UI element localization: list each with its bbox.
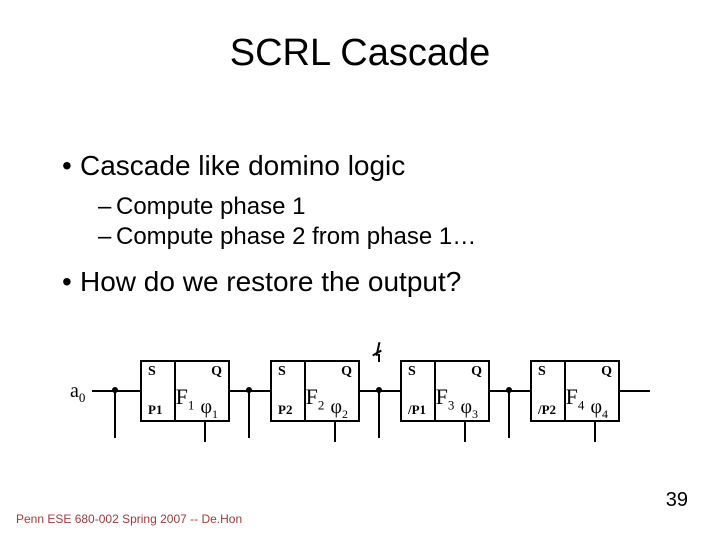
port-q: Q <box>341 364 352 380</box>
bullet-1-sub-2: –Compute phase 2 from phase 1… <box>98 222 662 252</box>
stage-phi: φ4 <box>590 396 608 422</box>
stage-box-2: S Q F2 P2 φ2 <box>270 360 360 422</box>
stage-phi: φ2 <box>330 396 348 422</box>
slide-title: SCRL Cascade <box>0 32 720 75</box>
wire-stub <box>114 390 116 438</box>
stage-box-1: S Q F1 P1 φ1 <box>140 360 230 422</box>
stage-p: P1 <box>148 402 162 418</box>
bullet-2-text: How do we restore the output? <box>80 266 461 297</box>
stage-box-3: S Q F3 /P1 φ3 <box>400 360 490 422</box>
port-q: Q <box>601 364 612 380</box>
port-s: S <box>148 364 156 380</box>
bullet-list: •Cascade like domino logic –Compute phas… <box>62 150 662 308</box>
stage-phi: φ3 <box>460 396 478 422</box>
cascade-diagram: a0 S Q F1 P1 φ1 S Q <box>70 340 650 460</box>
wire-stub <box>508 390 510 438</box>
stage-p: /P1 <box>408 402 426 418</box>
bullet-1-sub-1: –Compute phase 1 <box>98 192 662 222</box>
phi-stub <box>334 422 336 442</box>
stage-p: P2 <box>278 402 292 418</box>
wire-stub <box>378 354 380 362</box>
wire <box>620 390 650 392</box>
phi-stub <box>594 422 596 442</box>
wire-stub <box>378 390 380 438</box>
bullet-1: •Cascade like domino logic <box>62 150 662 182</box>
stage-box-4: S Q F4 /P2 φ4 <box>530 360 620 422</box>
bullet-1-sub-2-text: Compute phase 2 from phase 1… <box>116 223 476 250</box>
bullet-1-text: Cascade like domino logic <box>80 150 405 181</box>
stage-p: /P2 <box>538 402 556 418</box>
bullet-2: •How do we restore the output? <box>62 266 662 298</box>
port-s: S <box>408 364 416 380</box>
footer-text: Penn ESE 680-002 Spring 2007 -- De.Hon <box>16 512 242 526</box>
port-q: Q <box>471 364 482 380</box>
phi-stub <box>204 422 206 442</box>
port-s: S <box>538 364 546 380</box>
stage-phi: φ1 <box>200 396 218 422</box>
wire-stub <box>248 390 250 438</box>
input-label: a0 <box>70 380 85 406</box>
port-s: S <box>278 364 286 380</box>
page-number: 39 <box>666 489 688 512</box>
phi-stub <box>464 422 466 442</box>
bullet-1-sub-1-text: Compute phase 1 <box>116 193 305 220</box>
port-q: Q <box>211 364 222 380</box>
